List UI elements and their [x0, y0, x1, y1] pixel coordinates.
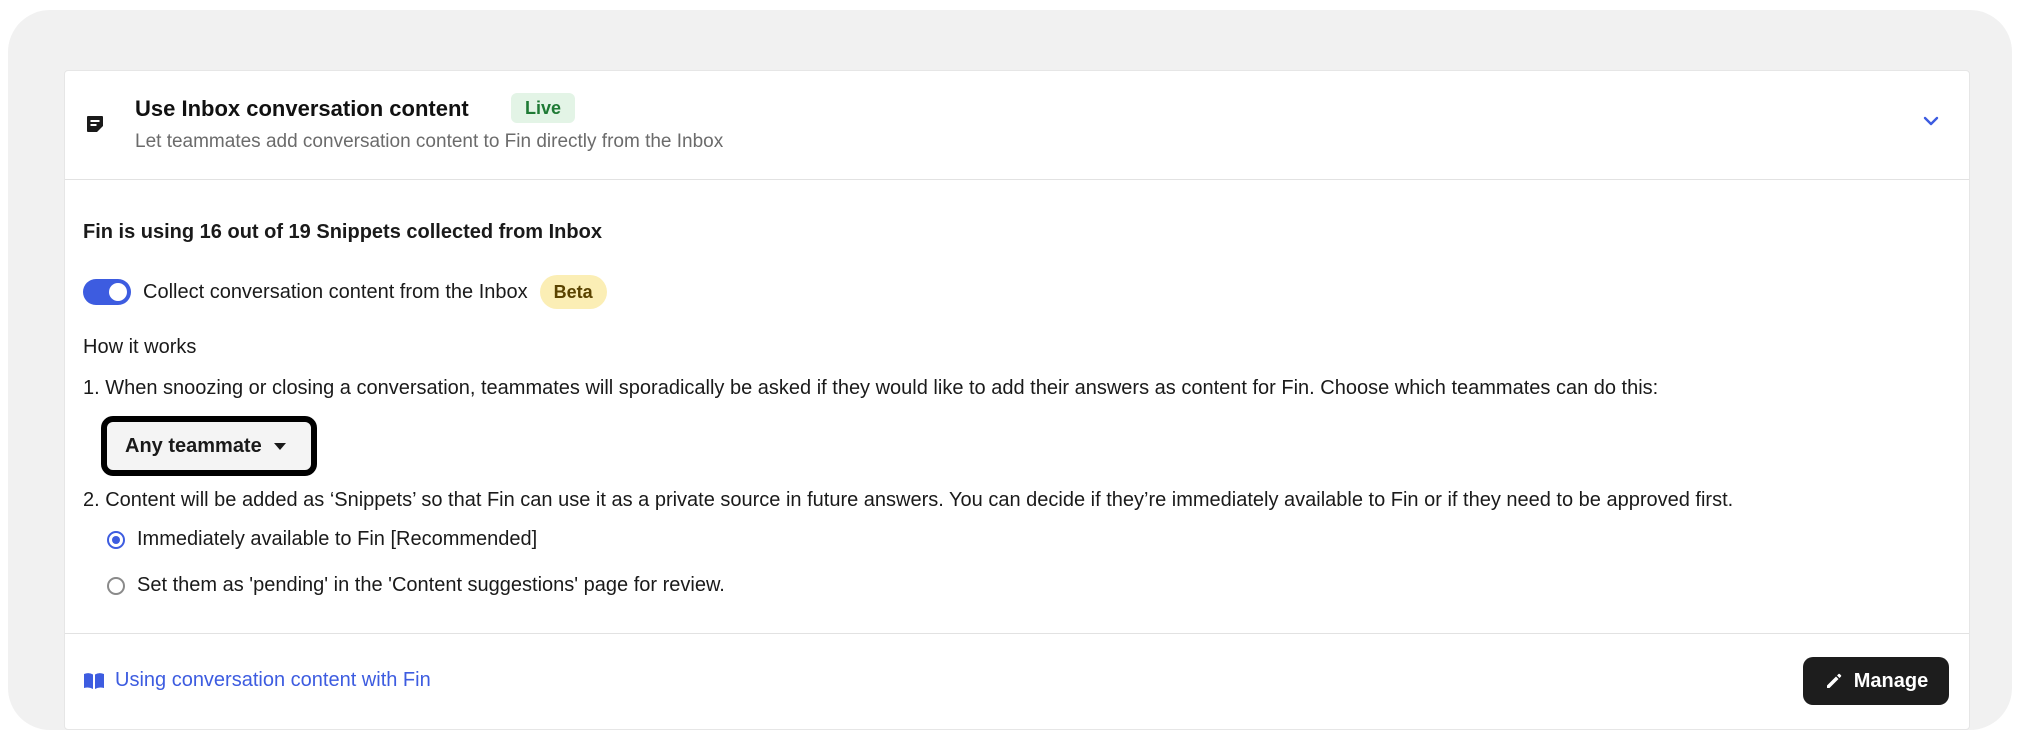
caret-down-icon — [273, 442, 286, 450]
settings-card: Use Inbox conversation content Live Let … — [64, 70, 1970, 730]
manage-button-label: Manage — [1853, 669, 1929, 692]
how-it-works-title: How it works — [83, 336, 197, 358]
help-article-link-text[interactable]: Using conversation content with Fin — [115, 669, 431, 692]
collect-toggle-row: Collect conversation content from the In… — [83, 275, 607, 309]
teammate-dropdown[interactable]: Any teammate — [101, 416, 317, 476]
footer-divider — [65, 633, 1969, 634]
radio-option-pending[interactable]: Set them as 'pending' in the 'Content su… — [107, 574, 725, 597]
radio-label-immediate: Immediately available to Fin [Recommende… — [137, 528, 538, 550]
radio-option-immediate[interactable]: Immediately available to Fin [Recommende… — [107, 528, 537, 551]
collect-toggle[interactable] — [83, 279, 131, 305]
card-header[interactable]: Use Inbox conversation content Live Let … — [65, 71, 1969, 180]
radio-button-immediate[interactable] — [107, 530, 125, 549]
step-1-text: 1. When snoozing or closing a conversati… — [83, 377, 1659, 399]
step-2-text: 2. Content will be added as ‘Snippets’ s… — [83, 489, 1734, 511]
pencil-icon — [1826, 673, 1842, 688]
manage-button[interactable]: Manage — [1803, 657, 1949, 705]
page-background: Use Inbox conversation content Live Let … — [8, 10, 2012, 730]
collect-toggle-label: Collect conversation content from the In… — [143, 280, 528, 303]
teammate-dropdown-value: Any teammate — [125, 434, 262, 457]
radio-label-pending: Set them as 'pending' in the 'Content su… — [137, 574, 725, 596]
book-icon — [84, 672, 104, 689]
card-title: Use Inbox conversation content — [135, 96, 469, 121]
card-subtitle: Let teammates add conversation content t… — [135, 131, 724, 152]
help-article-link[interactable]: Using conversation content with Fin — [83, 669, 431, 692]
toggle-knob — [109, 283, 127, 301]
chevron-down-icon[interactable] — [1919, 109, 1943, 133]
note-icon — [87, 116, 103, 132]
beta-badge: Beta — [539, 275, 607, 309]
live-badge: Live — [511, 93, 576, 123]
radio-button-pending[interactable] — [107, 576, 125, 595]
snippets-summary: Fin is using 16 out of 19 Snippets colle… — [83, 221, 602, 243]
